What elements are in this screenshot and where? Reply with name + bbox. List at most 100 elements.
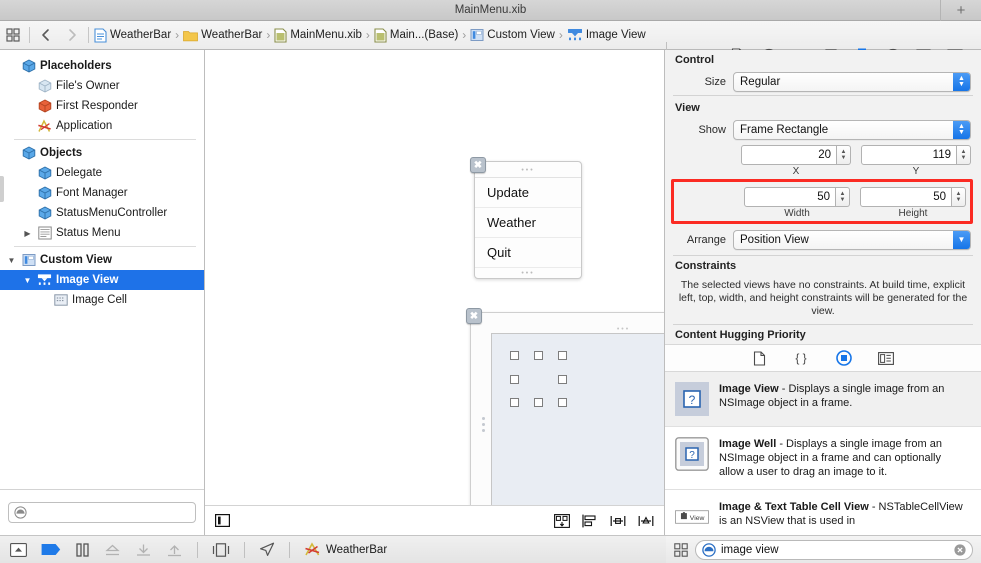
width-stepper[interactable]: ▲ ▼ xyxy=(836,187,850,207)
status-menu-object[interactable]: ✖ ••• Update Weather Quit ••• xyxy=(470,157,582,279)
tree-item-image-cell[interactable]: Image Cell xyxy=(0,290,204,310)
tree-item-label: First Responder xyxy=(56,100,138,112)
tree-item-statusmenucontroller[interactable]: StatusMenuController xyxy=(0,203,204,223)
interface-builder-canvas[interactable]: ✖ ••• Update Weather Quit ••• ✖ ••• ••• xyxy=(205,50,664,505)
back-arrow-icon[interactable] xyxy=(33,21,59,50)
size-fields-highlight: 50 ▲ ▼ 50 ▲ ▼ Width Height xyxy=(671,179,973,224)
list-item[interactable]: View Image & Text Table Cell View - NSTa… xyxy=(665,490,981,535)
size-popup-button[interactable]: Regular ▲ ▼ xyxy=(733,72,971,92)
add-editor-button[interactable]: + xyxy=(940,0,981,21)
tree-item-label: StatusMenuController xyxy=(56,207,168,219)
breadcrumb-label: WeatherBar xyxy=(110,29,172,41)
breakpoints-icon[interactable] xyxy=(41,543,61,556)
first-responder-icon xyxy=(37,99,52,114)
related-items-icon[interactable] xyxy=(0,21,26,50)
y-stepper-group[interactable]: 119 ▲ ▼ xyxy=(861,145,971,165)
x-stepper[interactable]: ▲ ▼ xyxy=(837,145,851,165)
tree-item-placeholders[interactable]: Placeholders xyxy=(0,56,204,76)
step-out-icon[interactable] xyxy=(166,543,183,557)
size-label: Size xyxy=(704,76,726,88)
pause-icon[interactable] xyxy=(75,542,90,557)
navigator-filter-field[interactable] xyxy=(8,502,196,523)
arrange-popup-button[interactable]: Position View ▼ xyxy=(733,230,971,250)
tree-item-label: Image Cell xyxy=(72,294,127,306)
list-item[interactable]: ? Image View - Displays a single image f… xyxy=(665,372,981,427)
application-icon xyxy=(37,119,52,134)
tree-item-first-responder[interactable]: First Responder xyxy=(0,96,204,116)
size-row: Size Regular ▲ ▼ xyxy=(665,69,981,95)
height-caption: Height xyxy=(898,208,928,219)
breadcrumb-item-folder[interactable]: WeatherBar xyxy=(183,29,262,42)
tree-item-label: File's Owner xyxy=(56,80,120,92)
code-snippet-library-icon[interactable]: { } xyxy=(792,351,810,365)
resolve-auto-layout-icon[interactable] xyxy=(638,514,654,528)
library-search-field[interactable]: image view xyxy=(695,539,973,560)
menu-item[interactable]: Quit xyxy=(475,238,581,268)
clear-icon[interactable] xyxy=(954,543,966,556)
align-icon[interactable] xyxy=(582,514,598,528)
object-library-list[interactable]: ? Image View - Displays a single image f… xyxy=(665,372,981,535)
arrange-row: Arrange Position View ▼ xyxy=(665,227,981,253)
close-icon[interactable]: ✖ xyxy=(466,308,482,324)
object-library-icon[interactable] xyxy=(835,350,852,366)
height-field[interactable]: 50 xyxy=(860,187,952,207)
y-field[interactable]: 119 xyxy=(861,145,957,165)
show-popup-button[interactable]: Frame Rectangle ▲ ▼ xyxy=(733,120,971,140)
image-view-selection-area[interactable] xyxy=(491,333,664,505)
breadcrumb-item-xib[interactable]: MainMenu.xib xyxy=(274,27,362,43)
x-field[interactable]: 20 xyxy=(741,145,837,165)
simulate-document-icon[interactable] xyxy=(212,542,230,557)
tree-item-status-menu[interactable]: ▶ Status Menu xyxy=(0,223,204,243)
hide-debug-area-icon[interactable] xyxy=(10,542,27,557)
height-stepper-group[interactable]: 50 ▲ ▼ xyxy=(860,187,966,207)
xib-file-icon xyxy=(274,27,287,43)
navigator-edge-handle[interactable] xyxy=(0,176,4,202)
disclosure-triangle-icon[interactable]: ▶ xyxy=(22,229,33,238)
tree-item-font-manager[interactable]: Font Manager xyxy=(0,183,204,203)
auto-layout-issues-icon[interactable] xyxy=(554,513,570,528)
y-stepper[interactable]: ▲ ▼ xyxy=(957,145,971,165)
pin-icon[interactable] xyxy=(610,514,626,528)
x-stepper-group[interactable]: 20 ▲ ▼ xyxy=(741,145,851,165)
filter-input[interactable] xyxy=(31,506,190,519)
drag-dots-icon: ••• xyxy=(521,167,535,174)
breadcrumb-item-base[interactable]: Main...(Base) xyxy=(374,27,458,43)
breadcrumb-item-project[interactable]: WeatherBar xyxy=(94,27,172,43)
disclosure-triangle-icon[interactable]: ▼ xyxy=(6,256,17,265)
active-scheme[interactable]: WeatherBar xyxy=(304,542,387,557)
menu-item[interactable]: Update xyxy=(475,178,581,208)
application-icon xyxy=(304,542,321,557)
window-title: MainMenu.xib xyxy=(454,4,527,16)
svg-text:?: ? xyxy=(689,450,695,461)
tree-item-file-s-owner[interactable]: File's Owner xyxy=(0,76,204,96)
location-icon[interactable] xyxy=(259,542,275,557)
height-stepper[interactable]: ▲ ▼ xyxy=(952,187,966,207)
media-library-icon[interactable] xyxy=(877,351,894,365)
forward-arrow-icon[interactable] xyxy=(59,21,85,50)
breadcrumb-item-custom-view[interactable]: Custom View xyxy=(470,28,555,42)
menu-item[interactable]: Weather xyxy=(475,208,581,238)
tree-item-custom-view[interactable]: ▼ Custom View xyxy=(0,250,204,270)
breadcrumb-item-image-view[interactable]: Image View xyxy=(567,28,646,42)
svg-text:?: ? xyxy=(689,393,696,407)
list-item[interactable]: ? Image Well - Displays a single image f… xyxy=(665,427,981,490)
step-over-icon[interactable] xyxy=(104,543,121,557)
tree-item-image-view[interactable]: ▼ Image View xyxy=(0,270,204,290)
breadcrumb: WeatherBar › WeatherBar › MainMenu.xib ›… xyxy=(92,21,648,49)
chevron-down-icon: ▼ xyxy=(953,231,970,249)
tree-item-delegate[interactable]: Delegate xyxy=(0,163,204,183)
breadcrumb-label: WeatherBar xyxy=(201,29,263,41)
tree-item-objects[interactable]: Objects xyxy=(0,143,204,163)
tree-item-application[interactable]: Application xyxy=(0,116,204,136)
file-template-library-icon[interactable] xyxy=(753,350,766,366)
width-field[interactable]: 50 xyxy=(744,187,836,207)
content-hugging-header: Content Hugging Priority xyxy=(675,328,806,341)
tree-separator xyxy=(14,139,196,140)
step-into-icon[interactable] xyxy=(135,543,152,557)
width-stepper-group[interactable]: 50 ▲ ▼ xyxy=(744,187,850,207)
custom-view-object[interactable]: ✖ ••• ••• xyxy=(466,308,664,505)
disclosure-triangle-icon[interactable]: ▼ xyxy=(22,276,33,285)
grid-view-icon[interactable] xyxy=(674,542,688,557)
library-selector-bar: { } xyxy=(665,344,981,372)
canvas-panel-toggle[interactable] xyxy=(215,514,230,527)
